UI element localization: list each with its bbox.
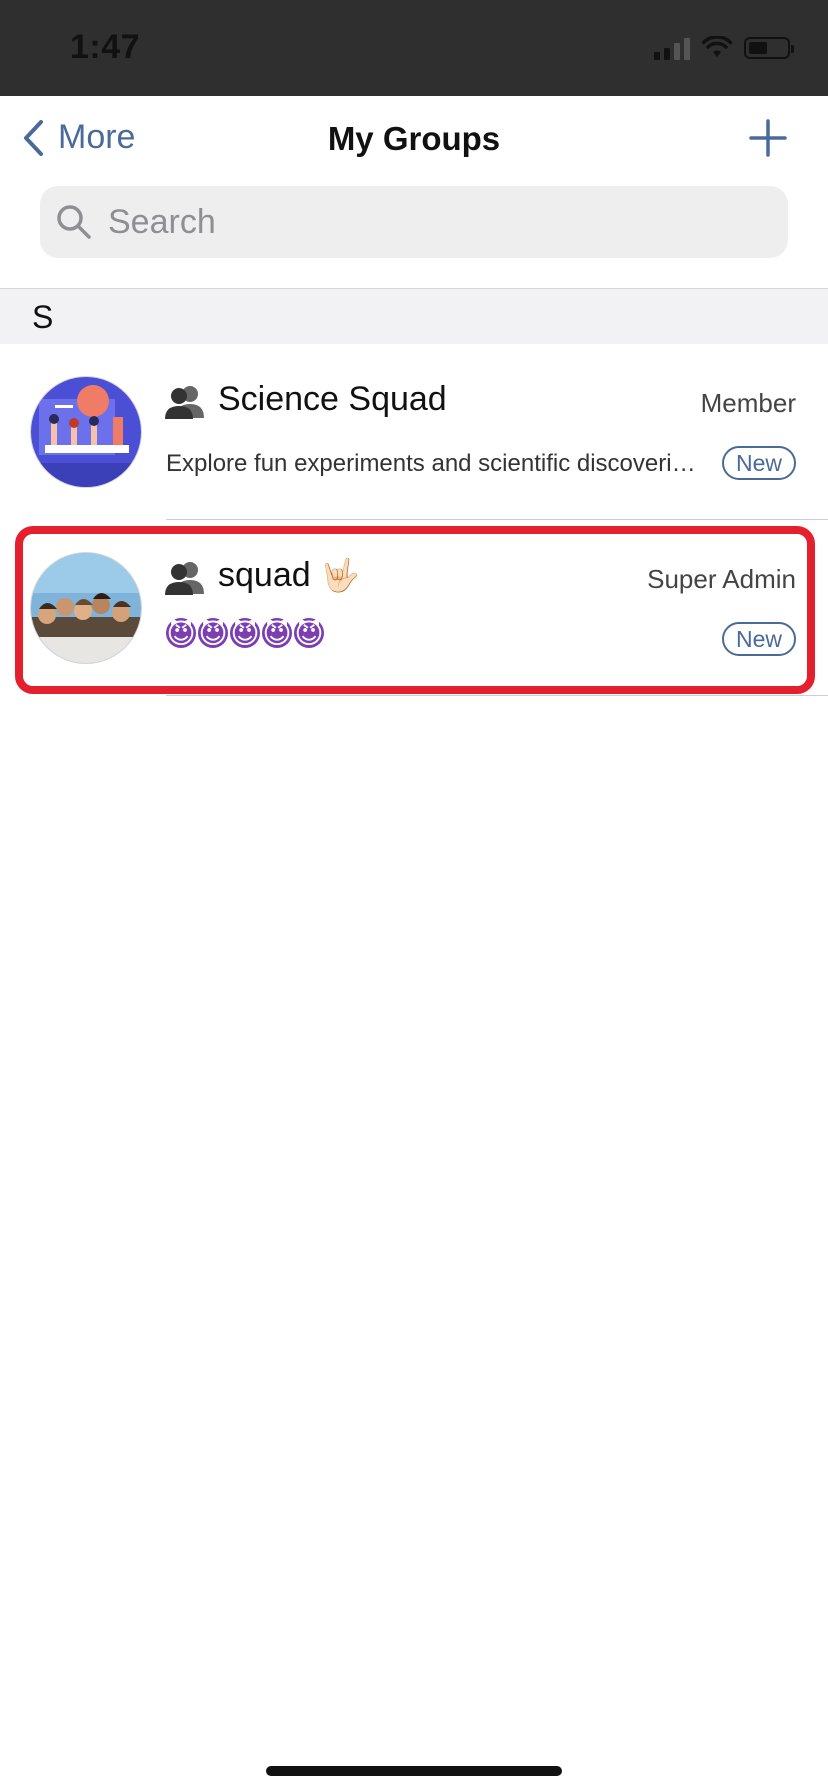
section-header: S <box>0 288 828 344</box>
wifi-icon <box>702 36 732 57</box>
group-name: Science Squad <box>218 380 447 418</box>
status-time: 1:47 <box>70 28 141 66</box>
status-icons <box>654 36 794 60</box>
role-label: Member <box>700 388 796 418</box>
status-bar: 1:47 <box>0 0 828 96</box>
home-indicator <box>266 1766 562 1776</box>
row-divider <box>166 695 828 696</box>
search-input[interactable] <box>106 201 750 243</box>
group-row-science-squad[interactable]: Science Squad Member Explore fun experim… <box>0 344 828 520</box>
search-icon <box>57 205 91 239</box>
navigation-bar: More My Groups <box>0 96 828 186</box>
group-description: Explore fun experiments and scientific d… <box>166 450 696 477</box>
cellular-signal-icon <box>654 36 690 60</box>
group-avatar <box>30 376 142 488</box>
highlight-box <box>15 526 815 694</box>
battery-icon <box>744 37 794 59</box>
new-badge: New <box>721 446 796 480</box>
page-title: My Groups <box>327 120 501 157</box>
plus-icon[interactable] <box>748 118 788 158</box>
group-icon <box>165 386 204 419</box>
search-bar[interactable] <box>40 186 788 258</box>
